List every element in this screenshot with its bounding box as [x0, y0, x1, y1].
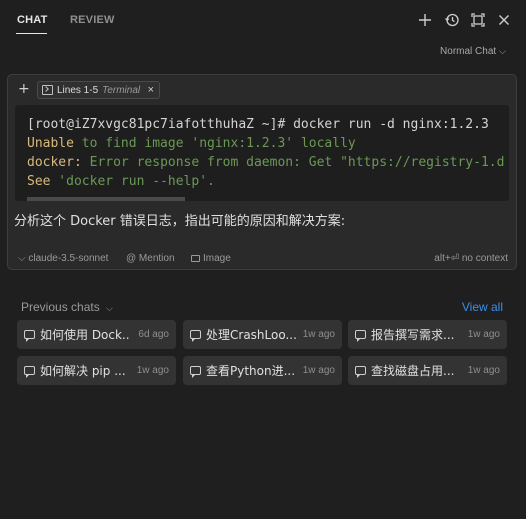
chat-card[interactable]: 处理CrashLoo... 1w ago	[183, 320, 342, 349]
maximize-icon[interactable]	[469, 11, 487, 29]
chat-card-title: 查找磁盘占用...	[371, 364, 455, 378]
image-button-label: Image	[203, 253, 231, 264]
terminal-line: docker: Error response from daemon: Get …	[27, 155, 504, 170]
terminal-keyword: docker:	[27, 155, 82, 170]
chat-card-time: 1w ago	[302, 329, 335, 340]
chat-header: CHAT REVIEW	[0, 0, 526, 40]
plus-icon[interactable]	[416, 11, 434, 29]
chat-card-title: 查看Python进...	[206, 364, 296, 378]
chat-bubble-icon	[355, 330, 366, 342]
context-chip[interactable]: Lines 1-5 Terminal ×	[37, 81, 160, 99]
chat-card-title: 报告撰写需求...	[371, 328, 455, 342]
chat-card-title: 如何解决 pip ...	[40, 364, 126, 378]
chat-card[interactable]: 报告撰写需求... 1w ago	[348, 320, 507, 349]
prompt-input[interactable]: 分析这个 Docker 错误日志，指出可能的原因和解决方案:	[14, 210, 345, 229]
chat-card-time: 1w ago	[467, 329, 500, 340]
terminal-line: Unable to find image 'nginx:1.2.3' local…	[27, 136, 356, 151]
terminal-snippet: [root@iZ7xvgc81pc7iafotthuhaZ ~]# docker…	[15, 105, 509, 201]
chat-card-time: 1w ago	[136, 365, 169, 376]
terminal-message: Error response from daemon: Get "https:/…	[81, 155, 505, 170]
chat-card-title: 如何使用 Dock...	[40, 328, 130, 342]
no-context-hint: alt+⏎ no context	[434, 253, 508, 264]
previous-chats-label: Previous chats	[21, 300, 100, 314]
chevron-down-icon: ⌵	[106, 303, 113, 313]
chevron-down-icon: ⌵	[499, 46, 506, 56]
chat-card[interactable]: 如何使用 Dock... 6d ago	[17, 320, 176, 349]
mention-button[interactable]: @ Mention	[126, 253, 175, 264]
chat-bubble-icon	[190, 330, 201, 342]
image-button[interactable]: Image	[191, 253, 231, 264]
chat-mode-label: Normal Chat	[440, 46, 497, 57]
terminal-keyword: See	[27, 174, 51, 189]
chat-card[interactable]: 查看Python进... 1w ago	[183, 356, 342, 385]
chat-card-time: 1w ago	[467, 365, 500, 376]
terminal-message: 'docker run --help'.	[50, 174, 215, 189]
context-chip-kind: Terminal	[102, 84, 141, 96]
terminal-line: See 'docker run --help'.	[27, 174, 215, 189]
chat-bubble-icon	[355, 366, 366, 378]
image-icon	[191, 255, 200, 262]
history-icon[interactable]	[443, 11, 461, 29]
tab-chat[interactable]: CHAT	[17, 14, 48, 26]
horizontal-scrollbar[interactable]	[27, 197, 185, 201]
chat-bubble-icon	[24, 330, 35, 342]
composer-footer: ⌵ claude-3.5-sonnet @ Mention Image alt+…	[18, 251, 508, 265]
chat-card-time: 6d ago	[138, 329, 169, 340]
context-chip-label: Lines 1-5	[57, 84, 99, 96]
terminal-icon	[42, 85, 53, 95]
chat-card-title: 处理CrashLoo...	[206, 328, 296, 342]
composer: + Lines 1-5 Terminal × [root@iZ7xvgc81pc…	[7, 74, 517, 270]
add-context-icon[interactable]: +	[18, 81, 30, 97]
chat-bubble-icon	[190, 366, 201, 378]
terminal-keyword: Unable	[27, 136, 74, 151]
tab-review[interactable]: REVIEW	[70, 14, 115, 26]
remove-context-icon[interactable]: ×	[148, 84, 154, 96]
chat-card[interactable]: 查找磁盘占用... 1w ago	[348, 356, 507, 385]
previous-chats-toggle[interactable]: Previous chats ⌵	[21, 300, 113, 314]
view-all-link[interactable]: View all	[462, 300, 503, 314]
active-tab-indicator	[16, 33, 47, 34]
chat-card[interactable]: 如何解决 pip ... 1w ago	[17, 356, 176, 385]
chat-bubble-icon	[24, 366, 35, 378]
chat-card-time: 1w ago	[302, 365, 335, 376]
terminal-line: [root@iZ7xvgc81pc7iafotthuhaZ ~]# docker…	[27, 117, 489, 132]
terminal-message: to find image 'nginx:1.2.3' locally	[73, 136, 356, 151]
model-selector[interactable]: ⌵ claude-3.5-sonnet	[18, 253, 108, 264]
close-icon[interactable]	[495, 11, 513, 29]
chat-mode-selector[interactable]: Normal Chat ⌵	[440, 46, 506, 57]
